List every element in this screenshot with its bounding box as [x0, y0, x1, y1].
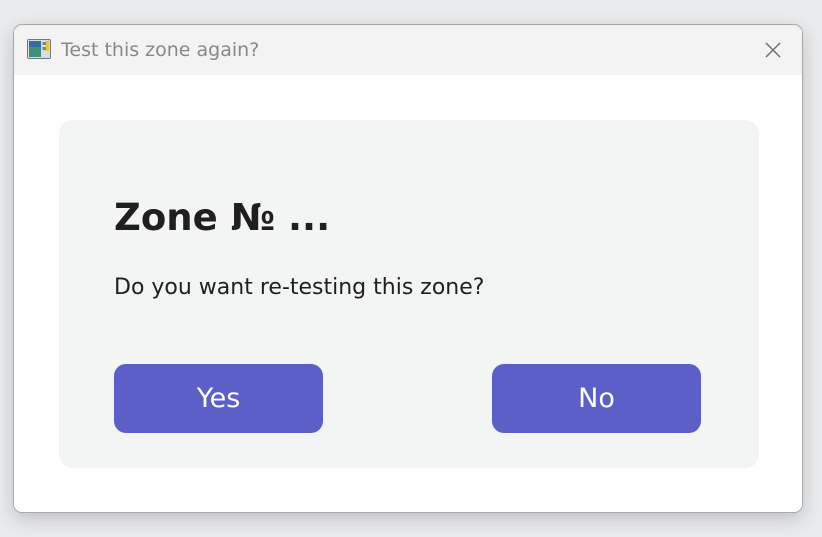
- dialog-window: Test this zone again? Zone № ... Do you …: [13, 24, 803, 513]
- close-button[interactable]: [756, 33, 790, 67]
- no-button[interactable]: No: [492, 364, 701, 433]
- no-button-label: No: [578, 383, 615, 414]
- dialog-card: Zone № ... Do you want re-testing this z…: [59, 120, 759, 468]
- app-window-icon: [27, 39, 51, 59]
- close-icon: [765, 42, 781, 58]
- window-title: Test this zone again?: [61, 39, 260, 61]
- title-bar[interactable]: Test this zone again?: [14, 25, 802, 75]
- confirmation-message: Do you want re-testing this zone?: [114, 275, 485, 300]
- yes-button-label: Yes: [196, 383, 241, 414]
- dialog-content: Zone № ... Do you want re-testing this z…: [14, 75, 802, 512]
- zone-heading: Zone № ...: [114, 196, 331, 239]
- yes-button[interactable]: Yes: [114, 364, 323, 433]
